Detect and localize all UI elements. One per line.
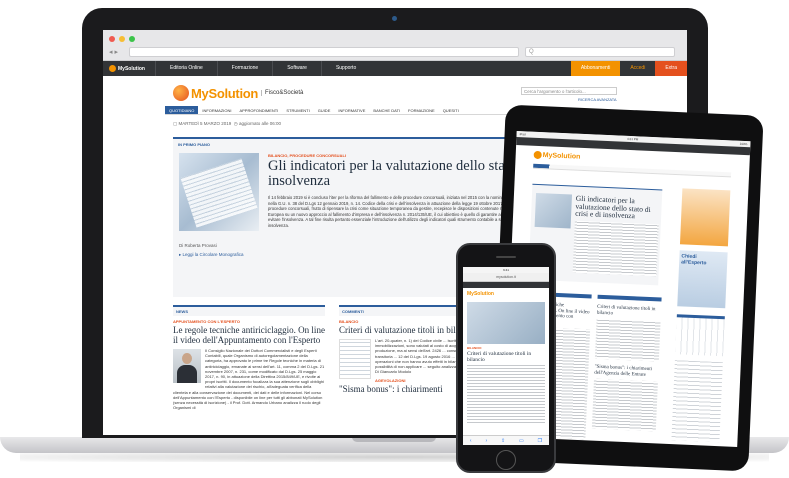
window-controls xyxy=(109,36,135,42)
featured-link-label: Leggi la Circolare Monografica xyxy=(182,252,244,257)
tablet-featured-text xyxy=(572,220,659,277)
back-icon[interactable]: ‹ xyxy=(470,436,472,445)
phone-article-image[interactable] xyxy=(467,302,545,344)
tablet-brand-name: MySolution xyxy=(542,152,581,161)
tablet-ad-banner[interactable] xyxy=(679,188,731,247)
menu-quotidiano[interactable]: QUOTIDIANO xyxy=(165,106,199,114)
phone-screen: 9:41 mysolution.it MySolution BILANCIO C… xyxy=(463,267,549,445)
abbonamenti-button[interactable]: Abbonamenti xyxy=(570,61,621,76)
menu-strumenti[interactable]: STRUMENTI xyxy=(282,106,313,114)
topnav-logo-label: MySolution xyxy=(118,65,145,72)
extra-button[interactable]: Extra xyxy=(655,61,687,76)
topnav-formazione[interactable]: Formazione xyxy=(216,61,272,76)
menu-informative[interactable]: INFORMATIVE xyxy=(334,106,369,114)
site-search-input[interactable]: Cerca l'argomento o l'articolo... xyxy=(521,87,617,95)
news-header: NEWS xyxy=(173,305,325,316)
tablet-brand[interactable]: MySolution xyxy=(533,150,581,161)
share-icon[interactable]: ⇪ xyxy=(501,436,505,445)
phone-article-category[interactable]: BILANCIO xyxy=(467,346,545,350)
featured-author: Di Roberta Provasi xyxy=(179,243,217,248)
camera-icon xyxy=(392,16,397,21)
accedi-link[interactable]: Accedi xyxy=(620,61,655,76)
menu-guide[interactable]: GUIDE xyxy=(314,106,335,114)
menu-quesiti[interactable]: QUESITI xyxy=(439,106,463,114)
advanced-search-link[interactable]: RICERCA AVANZATA xyxy=(578,97,617,102)
browser-search-bar[interactable]: Q xyxy=(525,47,675,57)
forward-icon[interactable]: › xyxy=(485,436,487,445)
tablet-status-left: iPad xyxy=(519,132,526,137)
tablet-calendar[interactable] xyxy=(675,314,725,357)
tablet-commenti-header xyxy=(597,294,662,302)
news-column: NEWS APPUNTAMENTO CON L'ESPERTO Le regol… xyxy=(173,305,325,410)
featured-image[interactable] xyxy=(179,153,259,231)
news-body: Il Consiglio Nazionale dei Dottori Comme… xyxy=(173,348,325,410)
date-label: MARTEDÌ 5 MARZO 2019 xyxy=(178,121,232,126)
phone-article-title[interactable]: Criteri di valutazione titoli in bilanci… xyxy=(467,351,545,363)
close-window-icon[interactable] xyxy=(109,36,115,42)
phone-url-bar[interactable]: mysolution.it xyxy=(463,273,549,282)
topnav-supporto[interactable]: Supporto xyxy=(320,61,370,76)
tabs-icon[interactable]: ❐ xyxy=(538,436,542,445)
tablet-brand-logo-icon xyxy=(533,150,542,160)
clock-icon: ◷ xyxy=(233,121,238,126)
tablet-status-time: 4:21 PM xyxy=(626,136,639,142)
tablet-commenti-column: Criteri di valutazione titoli in bilanci… xyxy=(591,294,662,438)
zoom-window-icon[interactable] xyxy=(129,36,135,42)
menu-approfondimenti[interactable]: APPROFONDIMENTI xyxy=(235,106,282,114)
news-title[interactable]: Le regole tecniche antiriciclaggio. On l… xyxy=(173,325,325,345)
mysolution-logo-icon xyxy=(109,65,116,72)
topnav-logo[interactable]: MySolution xyxy=(103,65,155,72)
phone-brand[interactable]: MySolution xyxy=(463,288,549,300)
tablet-featured-title[interactable]: Gli indicatori per la valutazione dello … xyxy=(575,194,660,221)
device-mockup-scene: ◂ ▸ Q MySolution Editoria Online Formazi… xyxy=(0,0,789,478)
browser-chrome: ◂ ▸ Q xyxy=(103,30,687,61)
site-brand[interactable]: MySolution Fisco&Società xyxy=(173,85,303,101)
updated-label: aggiornato alle 06:00 xyxy=(238,121,281,126)
tablet-sisma-title[interactable]: "Sisma bonus": i chiarimenti dell'Agenzi… xyxy=(594,365,658,379)
tablet-side-list xyxy=(671,360,723,443)
site-header: MySolution Fisco&Società Cerca l'argomen… xyxy=(165,76,625,106)
phone-device: 9:41 mysolution.it MySolution BILANCIO C… xyxy=(456,243,556,473)
topnav-editoria[interactable]: Editoria Online xyxy=(155,61,217,76)
phone-browser-toolbar: ‹ › ⇪ ▭ ❐ xyxy=(463,435,549,445)
menu-banche-dati[interactable]: BANCHE DATI xyxy=(369,106,404,114)
brand-logo-icon xyxy=(173,85,189,101)
calendar-icon: ▢ xyxy=(173,121,178,126)
tablet-commenti-title[interactable]: Criteri di valutazione titoli in bilanci… xyxy=(597,305,661,319)
home-button[interactable] xyxy=(496,450,516,470)
brand-subtitle: Fisco&Società xyxy=(261,90,303,96)
bookmarks-icon[interactable]: ▭ xyxy=(519,436,524,445)
brand-name: MySolution xyxy=(191,85,259,101)
phone-speaker xyxy=(496,256,516,258)
address-bar[interactable] xyxy=(129,47,519,57)
commenti-thumbnail xyxy=(339,339,371,379)
topnav-software[interactable]: Software xyxy=(272,61,321,76)
expert-photo xyxy=(173,349,201,383)
tablet-status-battery: 100% xyxy=(739,141,748,147)
news-category[interactable]: APPUNTAMENTO CON L'ESPERTO xyxy=(173,319,325,324)
menu-informazioni[interactable]: INFORMAZIONI xyxy=(198,106,235,114)
topnav-right: Abbonamenti Accedi Extra xyxy=(570,61,687,76)
tablet-featured-image[interactable] xyxy=(534,192,573,229)
minimize-window-icon[interactable] xyxy=(119,36,125,42)
featured-read-link[interactable]: ▸ Leggi la Circolare Monografica xyxy=(179,252,244,258)
tablet-expert-banner-text: Chiedi all'Esperto xyxy=(681,253,707,267)
phone-article-text xyxy=(467,365,545,425)
tablet-sisma-text xyxy=(591,378,658,432)
back-forward-icons[interactable]: ◂ ▸ xyxy=(109,48,118,56)
menu-formazione[interactable]: FORMAZIONE xyxy=(404,106,439,114)
site-top-nav: MySolution Editoria Online Formazione So… xyxy=(103,61,687,76)
tablet-commenti-text xyxy=(594,318,661,362)
